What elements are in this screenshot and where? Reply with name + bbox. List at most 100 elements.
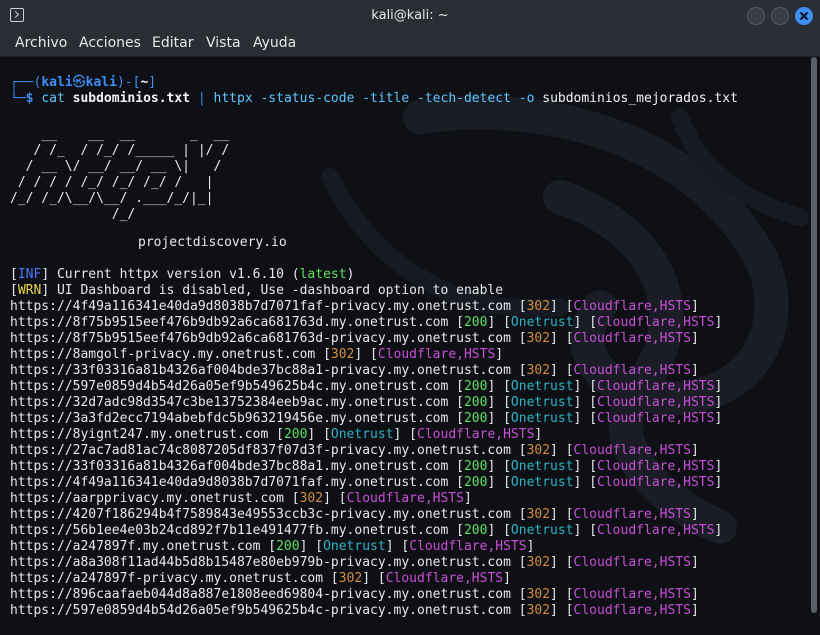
result-tech: Cloudflare,HSTS: [346, 491, 464, 506]
info-line: [INF] Current httpx version v1.6.10 (lat…: [10, 267, 355, 282]
result-url[interactable]: https://3a3fd2ecc7194abebfdc5b963219456e…: [10, 411, 448, 426]
result-status: 200: [283, 427, 308, 442]
result-url[interactable]: https://4207f186294b4f7589843e49553ccb3c…: [10, 507, 511, 522]
result-title: Onetrust: [330, 427, 394, 442]
result-status: 302: [526, 603, 551, 618]
result-url[interactable]: https://a247897f-privacy.my.onetrust.com: [10, 571, 323, 586]
result-url[interactable]: https://896caafaeb044d8a887e1808eed69804…: [10, 587, 511, 602]
minimize-button[interactable]: [747, 7, 765, 25]
result-url[interactable]: https://33f03316a81b4326af004bde37bc88a1…: [10, 459, 448, 474]
result-title: Onetrust: [510, 459, 574, 474]
result-title: Onetrust: [510, 411, 574, 426]
result-url[interactable]: https://597e0859d4b54d26a05ef9b549625b4c…: [10, 379, 448, 394]
result-line: https://a247897f-privacy.my.onetrust.com…: [10, 571, 511, 586]
result-tech: Cloudflare,HSTS: [573, 331, 691, 346]
result-tech: Cloudflare,HSTS: [385, 571, 504, 586]
scrollbar[interactable]: [808, 57, 820, 635]
result-line: https://33f03316a81b4326af004bde37bc88a1…: [10, 363, 699, 378]
result-tech: Cloudflare,HSTS: [573, 299, 691, 314]
result-line: https://597e0859d4b54d26a05ef9b549625b4c…: [10, 379, 723, 394]
result-url[interactable]: https://8yignt247.my.onetrust.com: [10, 427, 268, 442]
menu-archivo[interactable]: Archivo: [15, 35, 67, 51]
result-line: https://8f75b9515eef476b9db92a6ca681763d…: [10, 315, 723, 330]
result-url[interactable]: https://8amgolf-privacy.my.onetrust.com: [10, 347, 315, 362]
result-line: https://896caafaeb044d8a887e1808eed69804…: [10, 587, 699, 602]
result-status: 302: [526, 363, 551, 378]
maximize-button[interactable]: [771, 7, 789, 25]
result-status: 302: [526, 507, 551, 522]
result-status: 200: [463, 523, 488, 538]
httpx-ascii-logo: __ __ __ _ __ / /_ / /_/ /_____ | |/ / /…: [10, 127, 230, 222]
prompt-line-2: └─$ cat subdominios.txt | httpx -status-…: [10, 91, 738, 106]
result-url[interactable]: https://32d7adc98d3547c3be13752384eeb9ac…: [10, 395, 448, 410]
result-tech: Cloudflare,HSTS: [377, 347, 496, 362]
result-tech: Cloudflare,HSTS: [597, 475, 715, 490]
result-title: Onetrust: [510, 523, 574, 538]
result-url[interactable]: https://8f75b9515eef476b9db92a6ca681763d…: [10, 315, 448, 330]
warning-line: [WRN] UI Dashboard is disabled, Use -das…: [10, 283, 504, 298]
result-status: 302: [338, 571, 363, 586]
result-status: 200: [463, 379, 488, 394]
result-url[interactable]: https://56b1ee4e03b24cd892f7b11e491477fb…: [10, 523, 448, 538]
result-status: 302: [526, 443, 551, 458]
menu-editar[interactable]: Editar: [152, 35, 193, 51]
terminal-output[interactable]: ┌──(kali㉿kali)-[~] └─$ cat subdominios.t…: [0, 57, 808, 635]
result-tech: Cloudflare,HSTS: [409, 539, 527, 554]
result-line: https://4f49a116341e40da9d8038b7d7071faf…: [10, 299, 699, 314]
terminal-window: kali@kali: ~ Archivo Acciones Editar Vis…: [0, 0, 820, 635]
result-url[interactable]: https://8f75b9515eef476b9db92a6ca681763d…: [10, 331, 511, 346]
close-button[interactable]: [795, 7, 813, 25]
result-title: Onetrust: [510, 315, 574, 330]
result-title: Onetrust: [510, 379, 574, 394]
result-status: 302: [330, 347, 355, 362]
result-line: https://4207f186294b4f7589843e49553ccb3c…: [10, 507, 699, 522]
result-status: 200: [463, 475, 488, 490]
result-title: Onetrust: [510, 475, 574, 490]
result-line: https://33f03316a81b4326af004bde37bc88a1…: [10, 459, 723, 474]
result-title: Onetrust: [510, 395, 574, 410]
result-tech: Cloudflare,HSTS: [573, 603, 691, 618]
result-line: https://3a3fd2ecc7194abebfdc5b963219456e…: [10, 411, 723, 426]
result-tech: Cloudflare,HSTS: [417, 427, 535, 442]
result-line: https://a247897f.my.onetrust.com [200] […: [10, 539, 535, 554]
menu-acciones[interactable]: Acciones: [79, 35, 141, 51]
menu-ayuda[interactable]: Ayuda: [253, 35, 296, 51]
result-tech: Cloudflare,HSTS: [597, 379, 715, 394]
result-status: 302: [526, 331, 551, 346]
result-url[interactable]: https://4f49a116341e40da9d8038b7d7071faf…: [10, 475, 448, 490]
window-title: kali@kali: ~: [371, 8, 449, 23]
result-status: 302: [526, 299, 551, 314]
result-tech: Cloudflare,HSTS: [573, 363, 691, 378]
result-tech: Cloudflare,HSTS: [597, 315, 715, 330]
result-url[interactable]: https://27ac7ad81ac74c8087205df837f07d3f…: [10, 443, 511, 458]
result-url[interactable]: https://aarpprivacy.my.onetrust.com: [10, 491, 284, 506]
result-tech: Cloudflare,HSTS: [573, 555, 691, 570]
result-status: 200: [463, 411, 488, 426]
result-line: https://8f75b9515eef476b9db92a6ca681763d…: [10, 331, 699, 346]
menu-vista[interactable]: Vista: [206, 35, 241, 51]
title-bar[interactable]: kali@kali: ~: [0, 0, 820, 32]
logo-site: projectdiscovery.io: [138, 235, 287, 250]
result-url[interactable]: https://a8a308f11ad44b5d8b15487e80eb979b…: [10, 555, 511, 570]
result-line: https://27ac7ad81ac74c8087205df837f07d3f…: [10, 443, 699, 458]
result-url[interactable]: https://4f49a116341e40da9d8038b7d7071faf…: [10, 299, 511, 314]
result-url[interactable]: https://a247897f.my.onetrust.com: [10, 539, 260, 554]
result-tech: Cloudflare,HSTS: [573, 443, 691, 458]
result-tech: Cloudflare,HSTS: [597, 523, 715, 538]
result-url[interactable]: https://597e0859d4b54d26a05ef9b549625b4c…: [10, 603, 511, 618]
scrollbar-thumb[interactable]: [811, 57, 817, 613]
result-line: https://56b1ee4e03b24cd892f7b11e491477fb…: [10, 523, 723, 538]
result-line: https://8yignt247.my.onetrust.com [200] …: [10, 427, 543, 442]
result-line: https://a8a308f11ad44b5d8b15487e80eb979b…: [10, 555, 699, 570]
result-status: 200: [463, 395, 488, 410]
result-line: https://8amgolf-privacy.my.onetrust.com …: [10, 347, 504, 362]
result-line: https://4f49a116341e40da9d8038b7d7071faf…: [10, 475, 723, 490]
result-line: https://597e0859d4b54d26a05ef9b549625b4c…: [10, 603, 699, 618]
result-url[interactable]: https://33f03316a81b4326af004bde37bc88a1…: [10, 363, 511, 378]
result-status: 302: [299, 491, 324, 506]
result-status: 200: [463, 459, 488, 474]
result-tech: Cloudflare,HSTS: [597, 395, 715, 410]
result-status: 200: [463, 315, 488, 330]
result-tech: Cloudflare,HSTS: [597, 459, 715, 474]
menu-bar: Archivo Acciones Editar Vista Ayuda: [0, 32, 820, 57]
